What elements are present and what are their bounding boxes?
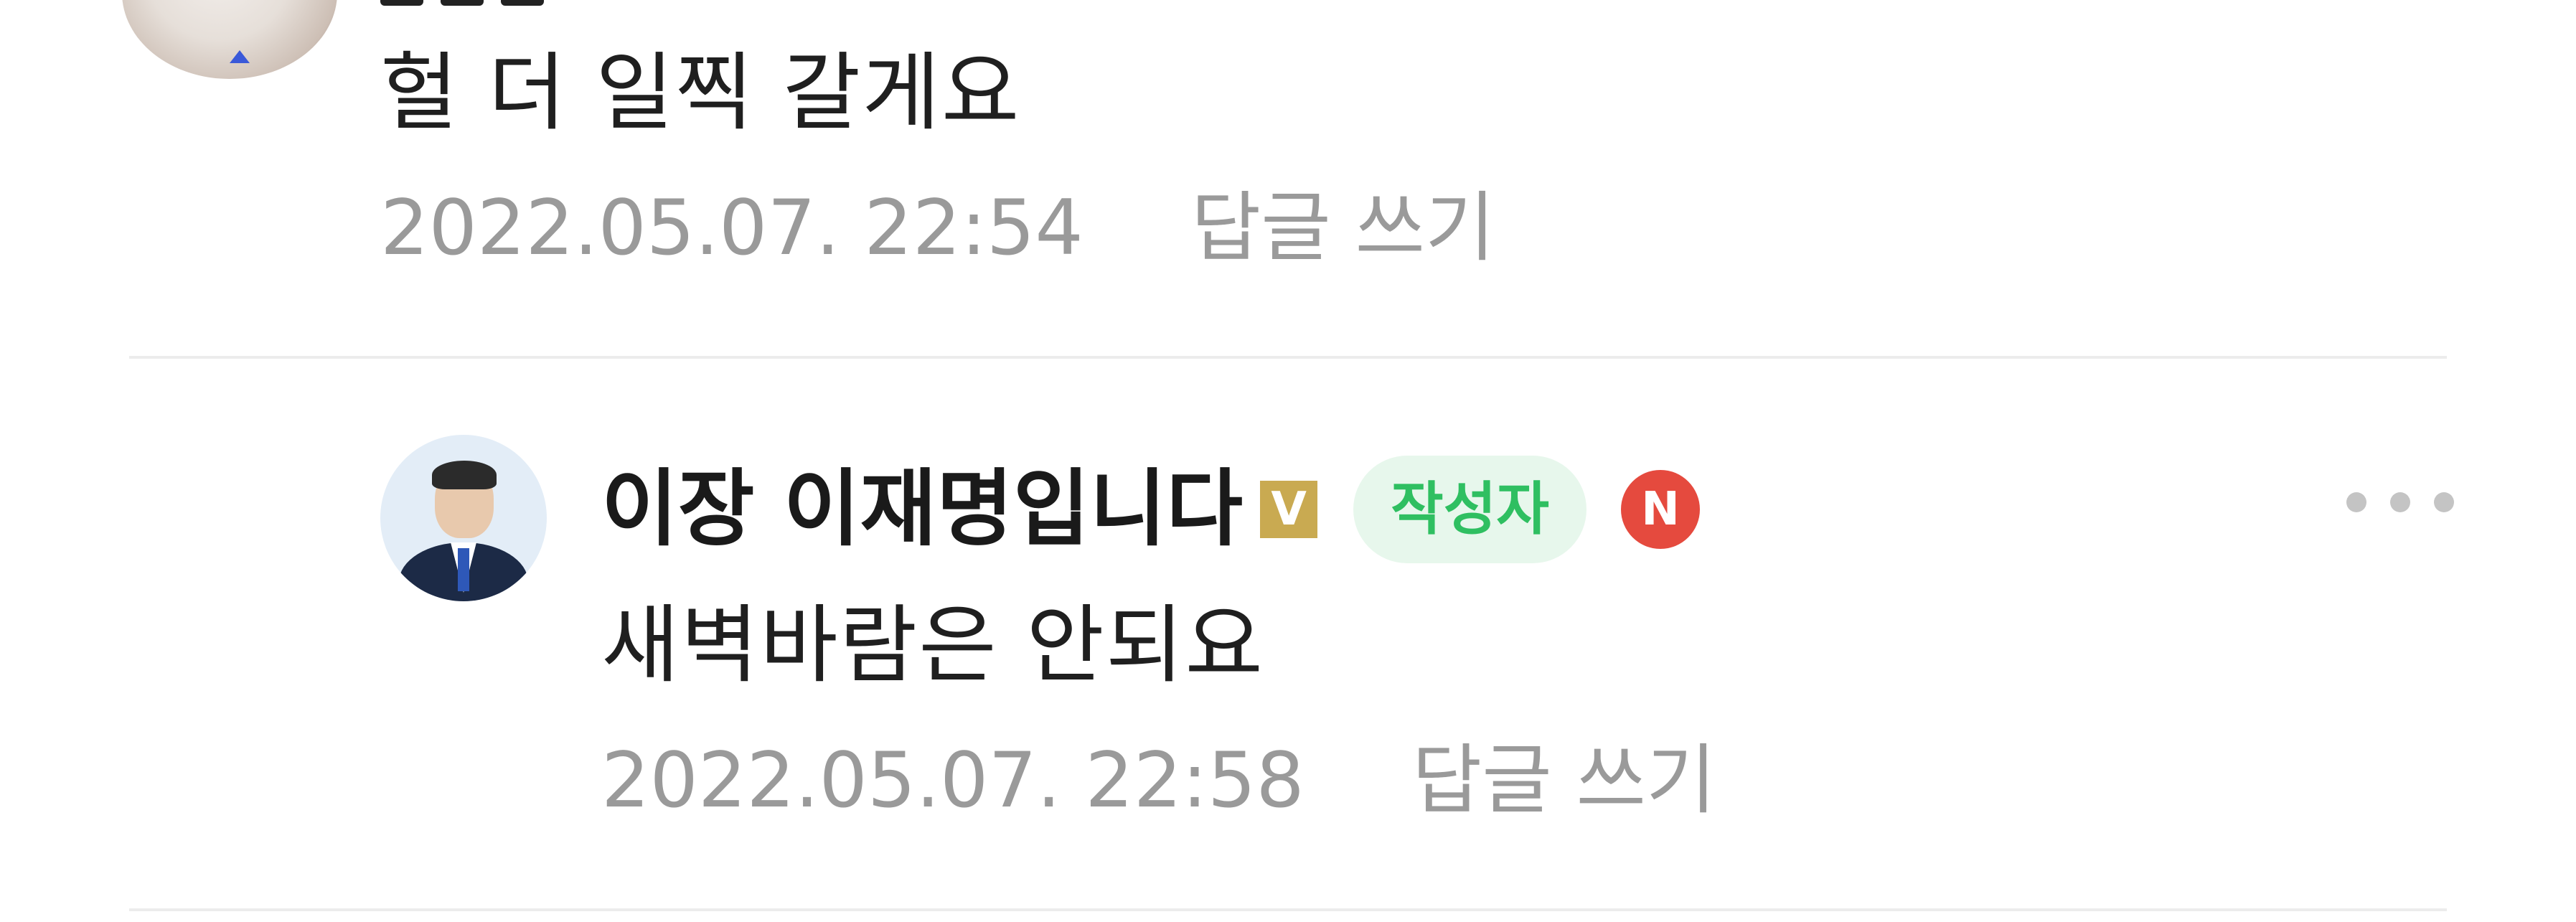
avatar-accent bbox=[230, 50, 250, 63]
commenter-avatar[interactable] bbox=[122, 0, 337, 79]
commenter-name-cropped[interactable] bbox=[380, 0, 610, 6]
avatar-tie bbox=[458, 548, 469, 591]
dot bbox=[2346, 492, 2366, 512]
reply-meta: 2022.05.07. 22:58 답글 쓰기 bbox=[601, 743, 1716, 819]
name-fragment bbox=[441, 0, 484, 6]
dot bbox=[2434, 492, 2454, 512]
avatar-hair bbox=[432, 461, 497, 489]
reply-button[interactable]: 답글 쓰기 bbox=[1191, 190, 1495, 266]
reply-timestamp: 2022.05.07. 22:58 bbox=[601, 736, 1305, 824]
reply-text: 새벽바람은 안되요 bbox=[601, 596, 1264, 695]
comment-timestamp: 2022.05.07. 22:54 bbox=[380, 184, 1083, 272]
name-fragment bbox=[380, 0, 423, 6]
new-badge: N bbox=[1620, 470, 1700, 549]
dot bbox=[2390, 492, 2410, 512]
comment-divider bbox=[129, 908, 2447, 911]
more-options-icon[interactable] bbox=[2346, 481, 2454, 524]
comment-divider bbox=[129, 356, 2447, 359]
verified-icon: V bbox=[1260, 481, 1318, 538]
author-badge: 작성자 bbox=[1353, 456, 1587, 563]
comment-meta: 2022.05.07. 22:54 답글 쓰기 bbox=[380, 190, 1495, 266]
author-name[interactable]: 이장 이재명입니다 bbox=[601, 468, 1243, 551]
author-name-row: 이장 이재명입니다 V 작성자 N bbox=[601, 456, 1700, 563]
comment-text: 헐 더 일찍 갈게요 bbox=[380, 43, 1021, 142]
comment-thread: 헐 더 일찍 갈게요 2022.05.07. 22:54 답글 쓰기 이장 이재… bbox=[0, 0, 2576, 922]
name-fragment bbox=[501, 0, 544, 6]
reply-button[interactable]: 답글 쓰기 bbox=[1412, 743, 1716, 819]
author-avatar[interactable] bbox=[380, 435, 547, 601]
